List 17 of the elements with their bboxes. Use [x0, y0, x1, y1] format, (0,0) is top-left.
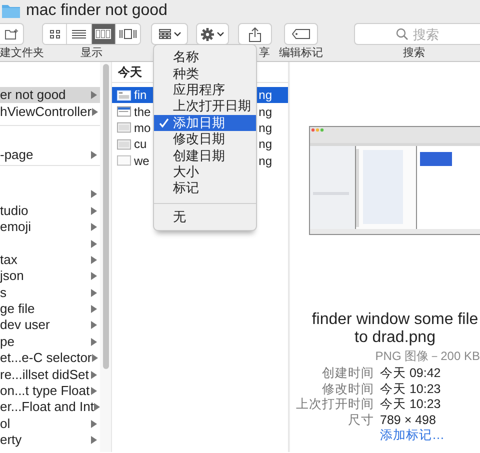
file-title: finder window some file to drad.png [310, 311, 480, 347]
group-header: 今天 [118, 65, 142, 79]
toolbar-label: 搜索 [403, 46, 425, 60]
info-value: 今天 09:42 [380, 366, 442, 380]
toolbar-label: 编辑标记 [279, 46, 323, 60]
info-label: 尺寸 [347, 412, 374, 427]
toolbar-label: 显示 [80, 46, 102, 60]
window-title: mac finder not good [26, 2, 168, 20]
toolbar-label: 享 [259, 46, 270, 60]
info-label: 修改时间 [321, 382, 374, 396]
toolbar-label: 建文件夹 [0, 46, 44, 60]
info-label: 上次打开时间 [295, 397, 374, 412]
info-label: 创建时间 [321, 366, 374, 380]
file-kind-size: PNG 图像－200 KB [374, 349, 480, 364]
info-value: 今天 10:23 [380, 397, 442, 412]
info-value: 今天 10:23 [380, 382, 442, 396]
info-value: 789 × 498 [380, 412, 437, 427]
